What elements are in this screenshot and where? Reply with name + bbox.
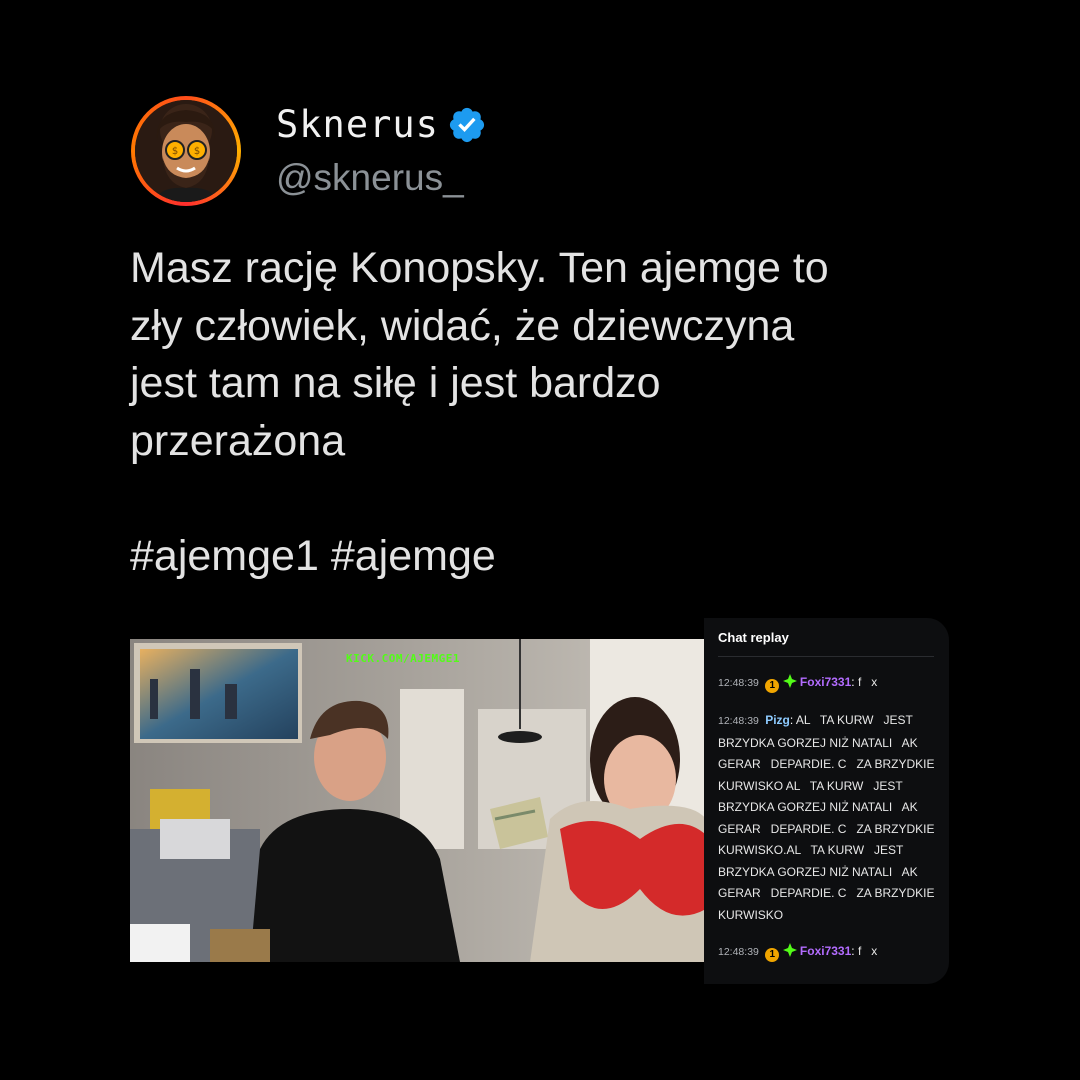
- tweet-text: Masz rację Konopsky. Ten ajemge to zły c…: [130, 240, 970, 470]
- hashtag-link[interactable]: #ajemge1: [130, 532, 319, 580]
- chat-username[interactable]: Pizg: [765, 713, 790, 727]
- author-handle[interactable]: @sknerus_: [276, 154, 464, 202]
- stream-watermark: KICK.COM/AJEMGE1: [346, 652, 460, 665]
- svg-text:$: $: [172, 146, 178, 157]
- chat-message: 12:48:39 1 Foxi7331: f x: [718, 943, 878, 962]
- svg-text:$: $: [194, 146, 200, 157]
- chat-message-text: f x: [857, 944, 878, 958]
- hashtags: #ajemge1 #ajemge: [130, 528, 496, 585]
- kick-badge-icon: [782, 674, 797, 688]
- chat-message-text: f x: [857, 675, 878, 689]
- author-avatar[interactable]: $ $: [131, 96, 241, 206]
- chat-timestamp: 12:48:39: [718, 946, 759, 958]
- chat-timestamp: 12:48:39: [718, 677, 759, 689]
- tweet-line: Masz rację Konopsky. Ten ajemge to: [130, 244, 829, 292]
- hashtag-link[interactable]: #ajemge: [331, 532, 496, 580]
- verified-badge-icon: [447, 105, 487, 145]
- avatar-image: $ $: [135, 100, 237, 202]
- chat-username[interactable]: Foxi7331: [800, 944, 851, 958]
- display-name-text: Sknerus: [276, 103, 439, 146]
- kick-badge-icon: [782, 943, 797, 957]
- chat-timestamp: 12:48:39: [718, 715, 759, 727]
- tweet-line: przerażona: [130, 416, 346, 465]
- chat-username[interactable]: Foxi7331: [800, 675, 851, 689]
- chat-replay-panel: Chat replay 12:48:39 1 Foxi7331: f x 12:…: [704, 618, 949, 984]
- chat-header: Chat replay: [718, 630, 789, 645]
- subscriber-badge-icon: 1: [765, 679, 780, 693]
- author-display-name[interactable]: Sknerus: [276, 102, 487, 148]
- chat-message-text: AL TA KURW JEST BRZYDKA GORZEJ NIŻ NATAL…: [718, 713, 938, 922]
- tweet-line: jest tam na siłę i jest bardzo: [130, 359, 661, 407]
- tweet-line: zły człowiek, widać, że dziewczyna: [130, 301, 795, 350]
- chat-message: 12:48:39 1 Foxi7331: f x: [718, 674, 878, 693]
- stream-video-frame[interactable]: [130, 639, 706, 962]
- chat-divider: [718, 656, 934, 657]
- subscriber-badge-icon: 1: [765, 948, 780, 962]
- chat-message: 12:48:39 Pizg: AL TA KURW JEST BRZYDKA G…: [718, 713, 938, 922]
